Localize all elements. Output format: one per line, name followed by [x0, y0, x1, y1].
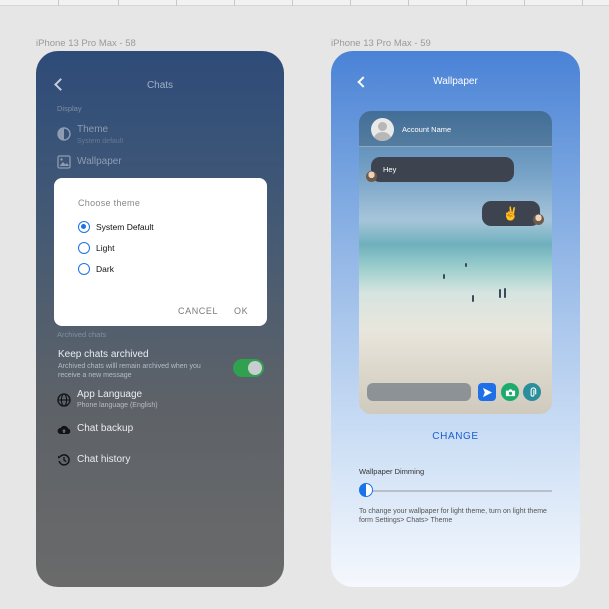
globe-icon [57, 393, 71, 407]
wallpaper-note: To change your wallpaper for light theme… [359, 508, 547, 524]
theme-icon [57, 127, 71, 141]
wallpaper-preview: Account Name Hey ✌️ [359, 111, 552, 414]
radio-selected-icon[interactable] [78, 221, 90, 233]
app-language-subtitle: Phone language (English) [77, 402, 158, 409]
ok-button[interactable]: OK [234, 306, 248, 316]
wallpaper-dimming-label: Wallpaper Dimming [359, 467, 425, 476]
frame-label-left: iPhone 13 Pro Max - 58 [36, 38, 136, 49]
page-title: Wallpaper [433, 76, 478, 87]
chat-backup-title[interactable]: Chat backup [77, 423, 133, 434]
outgoing-message-bubble: ✌️ [482, 201, 540, 226]
incoming-message-bubble: Hey [371, 157, 514, 182]
section-archived-label: Archived chats [57, 330, 107, 339]
wallpaper-icon [57, 155, 71, 169]
option-label: Dark [96, 264, 114, 274]
beach-figure [504, 288, 506, 298]
cloud-upload-icon [57, 425, 71, 434]
keep-archived-title: Keep chats archived [58, 349, 149, 360]
receiver-avatar [533, 214, 544, 225]
avatar [371, 118, 394, 141]
history-icon [58, 454, 70, 466]
attachment-icon[interactable] [523, 383, 541, 401]
camera-icon[interactable] [501, 383, 519, 401]
choose-theme-dialog: Choose theme System Default Light Dark C… [54, 178, 267, 326]
option-label: System Default [96, 222, 154, 232]
sender-avatar [366, 171, 377, 182]
radio-unselected-icon[interactable] [78, 242, 90, 254]
theme-row-subtitle: System default [77, 138, 124, 145]
option-label: Light [96, 243, 115, 253]
canvas-ruler [0, 0, 609, 6]
keep-archived-subtitle: Archived chats willl remain archived whe… [58, 363, 201, 379]
wallpaper-screen: Wallpaper Account Name Hey ✌️ CHANGE Wal… [331, 51, 580, 587]
header: Chats [36, 77, 284, 97]
beach-figure [472, 295, 474, 302]
preview-chat-header: Account Name [359, 111, 552, 147]
dialog-title: Choose theme [78, 198, 141, 208]
page-title: Chats [146, 80, 174, 91]
section-display-label: Display [57, 104, 82, 113]
keep-archived-toggle[interactable] [233, 359, 264, 377]
dimming-slider-track[interactable] [368, 490, 552, 492]
send-icon[interactable] [478, 383, 496, 401]
radio-unselected-icon[interactable] [78, 263, 90, 275]
theme-row-title[interactable]: Theme [77, 124, 108, 135]
chats-settings-screen: Chats Display Theme System default Wallp… [36, 51, 284, 587]
change-wallpaper-button[interactable]: CHANGE [331, 431, 580, 442]
dimming-slider-thumb[interactable] [359, 483, 373, 497]
message-composer[interactable] [367, 383, 471, 401]
app-language-title[interactable]: App Language [77, 389, 142, 400]
frame-label-right: iPhone 13 Pro Max - 59 [331, 38, 431, 49]
wallpaper-row-title[interactable]: Wallpaper [77, 156, 122, 167]
cancel-button[interactable]: CANCEL [178, 306, 218, 316]
beach-figure [443, 274, 445, 279]
account-name: Account Name [402, 125, 452, 134]
beach-figure [499, 289, 501, 298]
chat-history-title[interactable]: Chat history [77, 454, 130, 465]
beach-figure [465, 263, 467, 267]
